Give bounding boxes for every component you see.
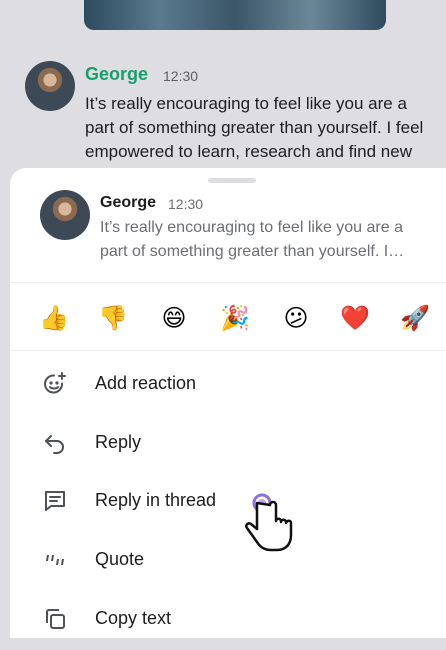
reaction-heart[interactable]: ❤️ xyxy=(335,298,375,338)
quote-label: Quote xyxy=(95,549,145,569)
avatar[interactable] xyxy=(25,61,75,111)
add-emoji-icon xyxy=(42,371,68,397)
reaction-party[interactable]: 🎉 xyxy=(215,298,255,338)
reply-item[interactable]: Reply xyxy=(10,416,446,474)
divider xyxy=(10,282,446,283)
preview-text: It’s really encouraging to feel like you… xyxy=(100,219,405,260)
add-reaction-item[interactable]: Add reaction xyxy=(10,357,446,415)
reaction-rocket[interactable]: 🚀 xyxy=(395,298,435,338)
reply-arrow-icon xyxy=(42,430,68,456)
preview-time: 12:30 xyxy=(168,196,204,212)
shared-image[interactable] xyxy=(84,0,386,30)
divider xyxy=(10,350,446,351)
reaction-thumbs-down[interactable]: 👎 xyxy=(93,298,133,338)
message-author: George xyxy=(85,64,149,84)
drag-handle[interactable] xyxy=(208,178,256,183)
message-time: 12:30 xyxy=(163,68,199,84)
preview-author: George xyxy=(100,194,157,211)
hand-pointer-icon xyxy=(245,493,293,552)
copy-icon xyxy=(42,606,68,632)
reaction-thumbs-up[interactable]: 👍 xyxy=(34,298,74,338)
thread-icon xyxy=(42,488,68,514)
quick-reactions: 👍 👎 😄 🎉 😕 ❤️ 🚀 xyxy=(10,298,446,338)
preview-avatar xyxy=(40,190,90,240)
copy-text-item[interactable]: Copy text xyxy=(10,592,446,650)
reply-label: Reply xyxy=(95,432,142,452)
add-reaction-label: Add reaction xyxy=(95,373,197,393)
message-text: It’s really encouraging to feel like you… xyxy=(85,94,424,161)
quote-item[interactable]: Quote xyxy=(10,533,446,591)
reply-in-thread-label: Reply in thread xyxy=(95,490,217,510)
reply-in-thread-item[interactable]: Reply in thread xyxy=(10,474,446,532)
quote-icon xyxy=(42,547,68,573)
reaction-grin[interactable]: 😄 xyxy=(154,298,194,338)
copy-text-label: Copy text xyxy=(95,608,172,628)
reaction-confused[interactable]: 😕 xyxy=(276,298,316,338)
message-actions-sheet: George 12:30 It’s really encouraging to … xyxy=(10,168,446,638)
